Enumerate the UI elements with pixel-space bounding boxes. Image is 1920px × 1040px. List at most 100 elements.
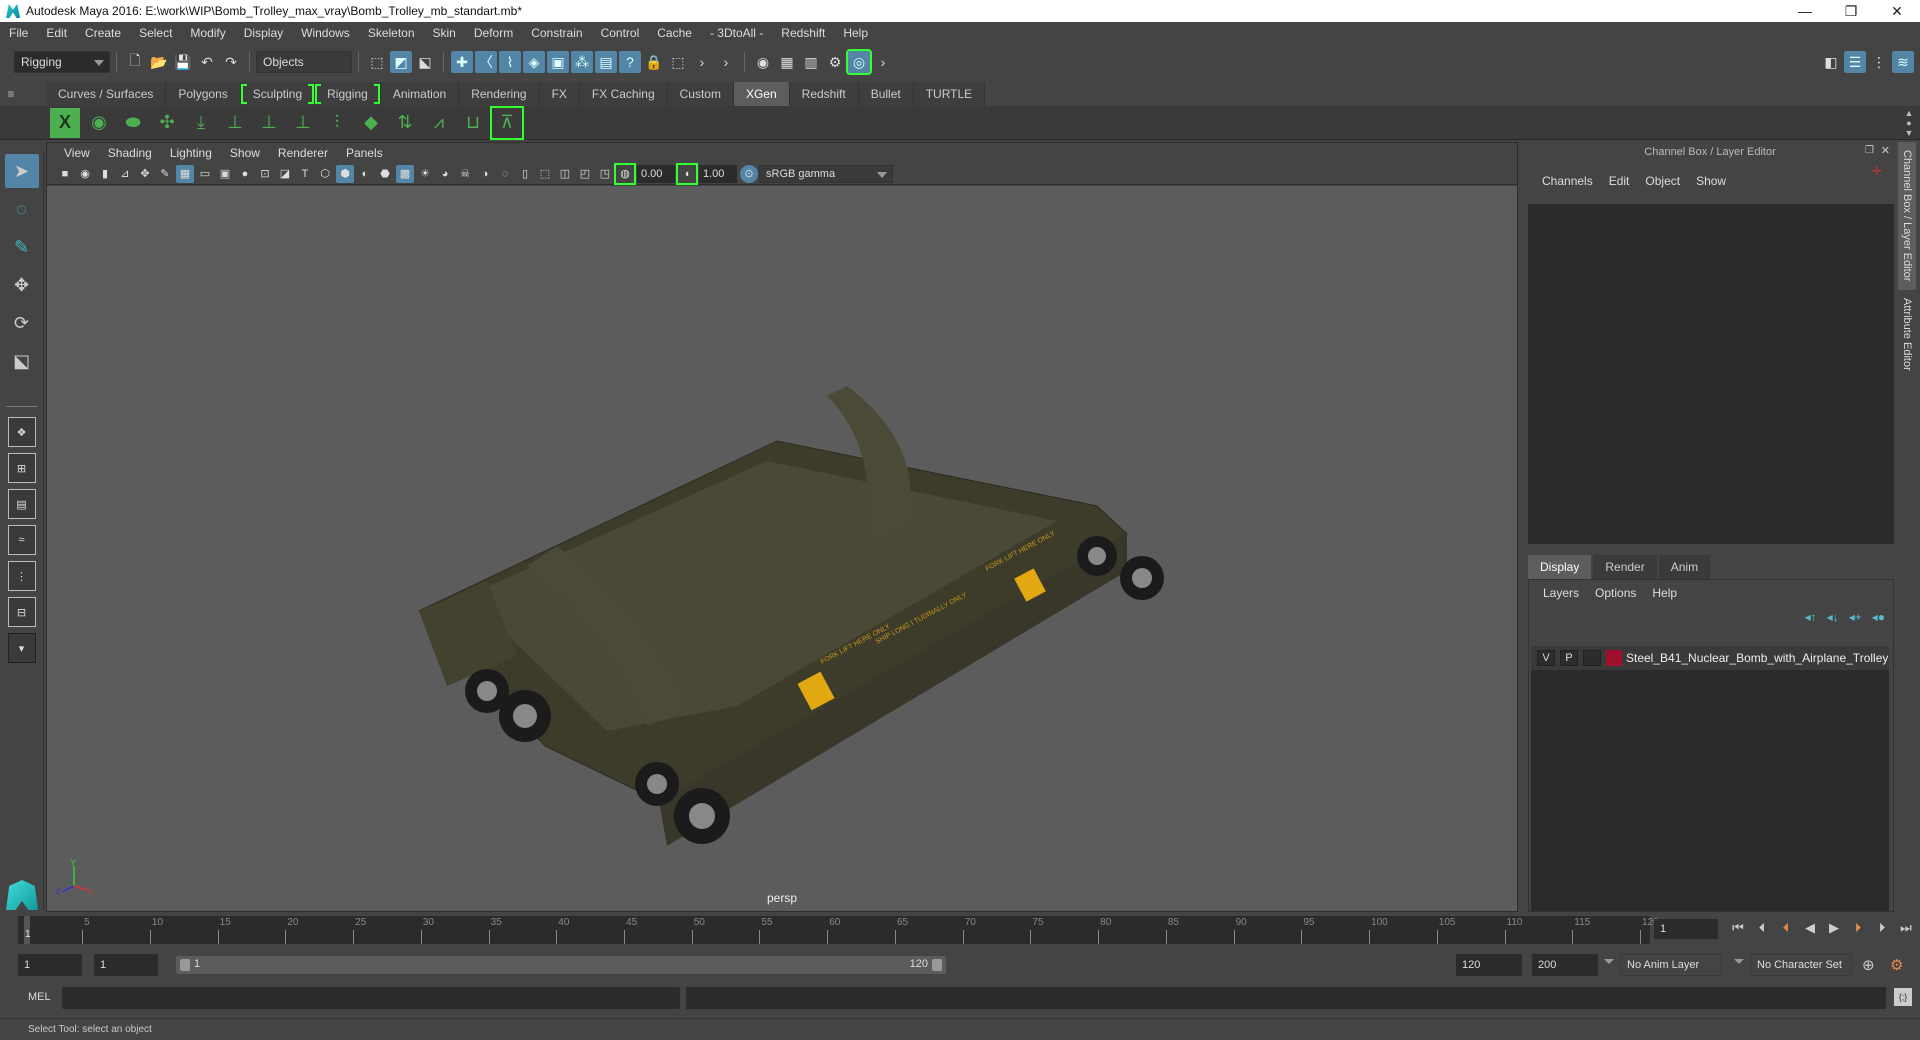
default-material-icon[interactable]: ◐ — [356, 165, 374, 183]
menu-3dtoall[interactable]: - 3DtoAll - — [701, 26, 772, 40]
snap-grid-icon[interactable]: ✚ — [451, 51, 473, 73]
render-view-icon[interactable]: ▤ — [595, 51, 617, 73]
field-chart-icon[interactable]: ⊡ — [256, 165, 274, 183]
menu-constrain[interactable]: Constrain — [522, 26, 591, 40]
xgen-density-icon[interactable]: ◆ — [356, 108, 386, 138]
xgen-select-icon[interactable]: ⩘ — [424, 108, 454, 138]
scroll-down-icon[interactable]: ▼ — [1905, 128, 1914, 138]
side-tab-channel-box[interactable]: Channel Box / Layer Editor — [1898, 142, 1916, 290]
xgen-lock-guides-icon[interactable]: ⊥ — [288, 108, 318, 138]
use-all-lights-icon[interactable]: ☀ — [416, 165, 434, 183]
auto-key-icon[interactable]: ⊕ — [1862, 956, 1875, 974]
paint-select-tool-icon[interactable]: ✎ — [5, 230, 39, 264]
attribute-editor-toggle-icon[interactable]: ☰ — [1844, 51, 1866, 73]
cb-menu-channels[interactable]: Channels — [1534, 174, 1601, 198]
playback-end-field[interactable]: 120 — [1456, 954, 1522, 976]
persp-graph-layout-icon[interactable]: ≈ — [7, 525, 36, 555]
range-slider-bar[interactable]: 1 120 — [176, 956, 946, 974]
character-set-chevron-icon[interactable] — [1734, 959, 1744, 964]
shelf-tab-animation[interactable]: Animation — [380, 82, 460, 106]
tab-anim[interactable]: Anim — [1658, 555, 1711, 579]
shadows-icon[interactable]: ◕ — [436, 165, 454, 183]
layer-playback-toggle[interactable]: P — [1560, 650, 1578, 666]
tool-settings-toggle-icon[interactable]: ⋮ — [1868, 51, 1890, 73]
anti-aliasing-icon[interactable]: ◌ — [496, 165, 514, 183]
snap-point-icon[interactable]: ⌇ — [499, 51, 521, 73]
xgen-add-guide-icon[interactable]: ⊥ — [220, 108, 250, 138]
render-sequence-icon[interactable]: ▦ — [776, 51, 798, 73]
menu-display[interactable]: Display — [235, 26, 292, 40]
snap-curve-icon[interactable]: 〈 — [475, 51, 497, 73]
restore-button[interactable]: ❐ — [1828, 0, 1874, 22]
snap-view-plane-icon[interactable]: ◈ — [523, 51, 545, 73]
shelf-tab-xgen[interactable]: XGen — [733, 82, 790, 106]
new-layer-selected-icon[interactable]: ◂● — [1872, 610, 1885, 624]
xgen-add-guides-icon[interactable]: ✣ — [152, 108, 182, 138]
close-button[interactable]: ✕ — [1874, 0, 1920, 22]
wireframe-icon[interactable]: ⬡ — [316, 165, 334, 183]
selection-mask-dropdown[interactable]: Objects — [256, 51, 352, 73]
scroll-up-icon[interactable]: ▲ — [1905, 108, 1914, 118]
go-to-start-icon[interactable]: ⏮ — [1726, 920, 1750, 936]
safe-action-icon[interactable]: ◪ — [276, 165, 294, 183]
shelf-tab-curves-surfaces[interactable]: Curves / Surfaces — [46, 82, 167, 106]
command-input[interactable] — [62, 987, 680, 1009]
menu-redshift[interactable]: Redshift — [772, 26, 834, 40]
cb-menu-show[interactable]: Show — [1688, 174, 1734, 198]
collapse-arrow-icon[interactable]: › — [691, 51, 713, 73]
menu-modify[interactable]: Modify — [181, 26, 234, 40]
shelf-tab-fx[interactable]: FX — [539, 82, 580, 106]
trolley-model[interactable]: FORK LIFT HERE ONLY SHIP LONG I TUDINALL… — [47, 186, 1517, 911]
gamma-field[interactable]: 1.00 — [699, 164, 737, 183]
shelf-tab-rigging[interactable]: Rigging — [315, 82, 381, 106]
wireframe-on-shaded-icon[interactable]: ⬣ — [376, 165, 394, 183]
persp-outliner-graph-layout-icon[interactable]: ⊟ — [7, 597, 36, 627]
snap-vertex-icon[interactable]: ⁂ — [571, 51, 593, 73]
xgen-show-guides-icon[interactable]: ⊥ — [254, 108, 284, 138]
make-live-icon[interactable]: ▣ — [547, 51, 569, 73]
play-backwards-icon[interactable]: ◀ — [1798, 920, 1822, 936]
shelf-scroll[interactable]: ▲ ● ▼ — [1902, 108, 1916, 138]
new-scene-icon[interactable]: 🗋 — [124, 51, 146, 73]
vp-menu-shading[interactable]: Shading — [99, 146, 161, 160]
xray-components-icon[interactable]: ◳ — [596, 165, 614, 183]
image-plane-icon[interactable]: ⊿ — [116, 165, 134, 183]
le-menu-layers[interactable]: Layers — [1535, 586, 1587, 606]
tab-display[interactable]: Display — [1528, 555, 1592, 579]
cb-menu-object[interactable]: Object — [1637, 174, 1688, 198]
gamma-icon[interactable]: ◖ — [676, 162, 698, 185]
lasso-tool-icon[interactable]: ◌ — [5, 192, 39, 226]
xgen-sculpt-guides-icon[interactable]: ⤓ — [186, 108, 216, 138]
shelf-tab-sculpting[interactable]: Sculpting — [240, 82, 316, 106]
close-panel-icon[interactable]: ✕ — [1881, 144, 1890, 157]
cb-menu-edit[interactable]: Edit — [1601, 174, 1638, 198]
shelf-tab-polygons[interactable]: Polygons — [166, 82, 241, 106]
playback-start-field[interactable]: 1 — [94, 954, 158, 976]
menuset-dropdown[interactable]: Rigging — [14, 51, 110, 73]
modeling-toolkit-icon[interactable]: ◧ — [1820, 51, 1842, 73]
3d-viewport[interactable]: FORK LIFT HERE ONLY SHIP LONG I TUDINALL… — [47, 186, 1517, 911]
step-back-frame-icon[interactable]: ⏴ — [1750, 920, 1774, 936]
ipr-render-icon[interactable]: ▥ — [800, 51, 822, 73]
shelf-tab-turtle[interactable]: TURTLE — [913, 82, 986, 106]
bookmark-icon[interactable]: ▮ — [96, 165, 114, 183]
depth-of-field-icon[interactable]: ▯ — [516, 165, 534, 183]
xgen-preview-icon[interactable]: ⊼ — [490, 105, 524, 140]
select-tool-icon[interactable]: ➤ — [4, 154, 39, 188]
tab-render[interactable]: Render — [1593, 555, 1657, 579]
menu-deform[interactable]: Deform — [465, 26, 522, 40]
screen-space-ao-icon[interactable]: ☠ — [456, 165, 474, 183]
menu-windows[interactable]: Windows — [292, 26, 359, 40]
film-gate-icon[interactable]: ▭ — [196, 165, 214, 183]
step-forward-key-icon[interactable]: ⏵ — [1846, 920, 1870, 936]
float-panel-icon[interactable]: ❐ — [1865, 145, 1874, 156]
safe-title-icon[interactable]: T — [296, 165, 314, 183]
lock-icon[interactable]: 🔒 — [643, 51, 665, 73]
channel-box-toggle-icon[interactable]: ≋ — [1892, 51, 1914, 73]
outliner-persp-layout-icon[interactable]: ▤ — [7, 489, 36, 519]
2d-pan-zoom-icon[interactable]: ✥ — [136, 165, 154, 183]
menu-select[interactable]: Select — [130, 26, 181, 40]
le-menu-options[interactable]: Options — [1587, 586, 1644, 606]
menu-control[interactable]: Control — [592, 26, 649, 40]
anim-layer-chevron-icon[interactable] — [1604, 959, 1614, 964]
